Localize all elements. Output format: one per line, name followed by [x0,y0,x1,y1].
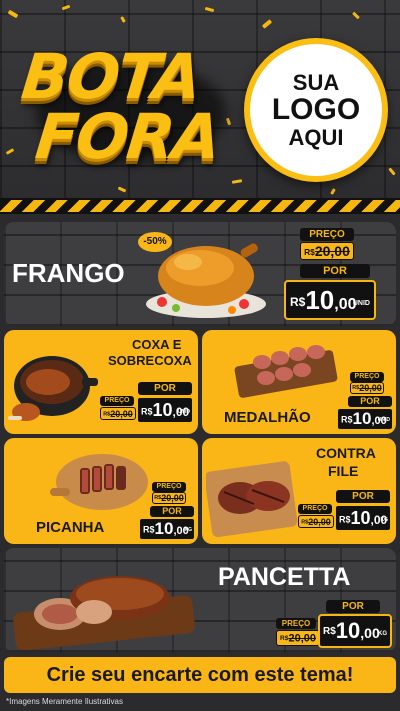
bota-fora-title: BOTA FORA [14,22,234,192]
product-card-frango: FRANGO PREÇO R$20,00 POR R$10,00 UNID [4,222,396,326]
new-price-label: POR [348,396,392,407]
new-price: R$10,00 KG [318,614,392,648]
chicken-leg-illustration [8,356,98,421]
old-price: R$20,00 [276,630,320,646]
product-name-line-1: COXA E [132,337,182,352]
product-card-contrafile: CONTRA FILE POR PREÇO R$20,00 R$10,00 KG [202,438,396,544]
picanha-illustration [50,454,148,510]
discount-badge: -50% [138,232,172,252]
confetti [5,148,15,155]
flyer: BOTA FORA SUA LOGO AQUI FRANGO PREÇO R$2… [0,0,400,711]
old-price: R$20,00 [298,515,334,528]
new-price-label: POR [138,382,192,395]
product-card-medalhao: PREÇO R$20,00 POR MEDALHÃO R$10,00 UNID [202,330,396,434]
new-price-label: POR [300,264,370,278]
new-price-label: POR [150,506,194,517]
new-price: R$10,00 UNID [336,407,394,431]
pancetta-illustration [13,576,195,650]
old-price-label: PREÇO [350,372,384,382]
product-name-line-2: FILE [328,463,359,479]
confetti [61,4,71,11]
new-price: R$10,00 UNID [136,396,194,424]
old-price: R$20,00 [152,492,186,504]
old-price: R$20,00 [100,407,136,420]
product-name: MEDALHÃO [224,409,311,426]
old-price: R$20,00 [300,242,354,260]
new-price-label: POR [336,490,390,503]
confetti [204,6,215,13]
title-line-2: FORA [32,100,223,173]
logo-text-2: LOGO [271,93,361,127]
old-price-label: PREÇO [276,618,316,629]
product-name: PICANHA [36,519,105,536]
confetti [261,19,273,29]
old-price-label: PREÇO [298,504,332,514]
contrafile-illustration [206,461,298,538]
product-name: FRANGO [12,258,125,288]
product-card-coxa: COXA E SOBRECOXA POR PREÇO R$20,00 R$10,… [4,330,198,434]
new-price: R$10,00 KG [138,517,196,541]
product-name: PANCETTA [218,563,351,591]
logo-placeholder: SUA LOGO AQUI [244,38,388,182]
old-price-label: PREÇO [100,396,134,406]
header: BOTA FORA SUA LOGO AQUI [0,0,400,205]
confetti [388,167,396,176]
product-name-line-2: SOBRECOXA [108,353,192,368]
new-price: R$10,00 KG [334,504,392,532]
confetti [330,188,336,195]
product-name-line-1: CONTRA [316,445,376,461]
product-card-picanha: PREÇO R$20,00 POR PICANHA R$10,00 KG [4,438,198,544]
logo-text-1: SUA [292,70,340,96]
old-price-label: PREÇO [152,482,186,492]
new-price: R$10,00 UNID [284,280,376,320]
disclaimer: *Imagens Meramente Ilustrativas [6,697,123,706]
new-price-label: POR [326,600,380,613]
old-price: R$20,00 [350,382,384,394]
logo-text-3: AQUI [288,124,344,150]
hazard-stripe [0,198,400,214]
confetti [7,9,19,19]
product-card-pancetta: PANCETTA POR PREÇO R$20,00 R$10,00 KG [4,548,396,652]
skewers-illustration [234,345,338,398]
confetti [352,11,360,20]
cta-banner[interactable]: Crie seu encarte com este tema! [4,657,396,693]
old-price-label: PREÇO [300,228,354,241]
